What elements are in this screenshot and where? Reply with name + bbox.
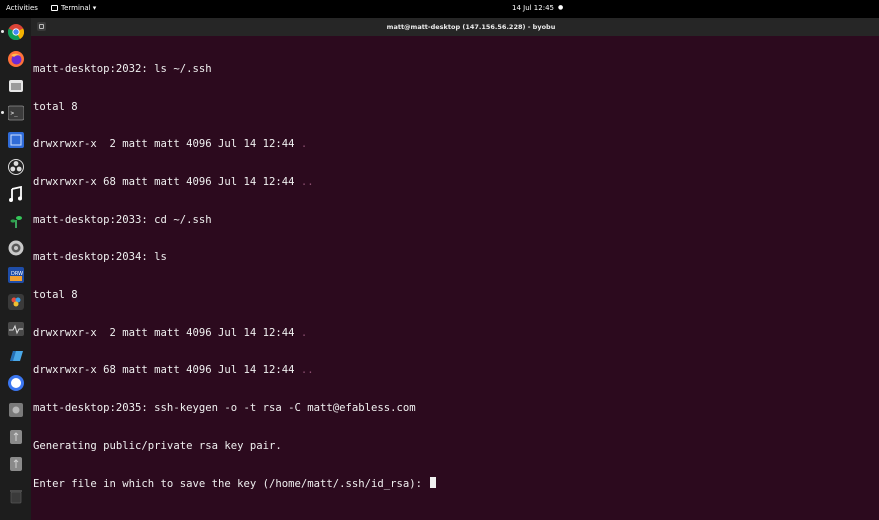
plant-icon[interactable]	[8, 213, 24, 229]
terminal-window: matt@matt-desktop (147.156.56.228) - byo…	[31, 18, 879, 520]
active-indicator	[1, 30, 4, 33]
app-menu-terminal[interactable]: Terminal ▾	[51, 4, 96, 12]
terminal-line: Generating public/private rsa key pair.	[33, 439, 282, 452]
activities-button[interactable]: Activities	[6, 4, 38, 12]
app-menu-label: Terminal ▾	[61, 4, 97, 12]
files-icon[interactable]	[8, 78, 24, 94]
terminal-line: drwxrwxr-x 2 matt matt 4096 Jul 14 12:44…	[33, 326, 308, 339]
terminal-prompt-line[interactable]: Enter file in which to save the key (/ho…	[33, 477, 873, 490]
trash-icon[interactable]	[8, 488, 24, 504]
clock-text: 14 Jul 12:45	[512, 4, 554, 12]
system-monitor-icon[interactable]	[8, 321, 24, 337]
terminal-icon[interactable]: >_	[7, 105, 25, 121]
disk-icon[interactable]	[8, 402, 24, 418]
screenshot-icon[interactable]	[8, 132, 24, 148]
terminal-cursor	[430, 477, 437, 489]
drawio-icon[interactable]: DRW	[8, 267, 24, 283]
firefox-icon[interactable]	[8, 51, 24, 67]
terminal-line: total 8	[33, 288, 78, 301]
terminal-small-icon	[51, 5, 58, 11]
music-icon[interactable]	[8, 185, 24, 202]
top-bar: Activities Terminal ▾ 14 Jul 12:45 ●	[0, 0, 879, 18]
terminal-line: total 8	[33, 100, 78, 113]
kicad-icon[interactable]	[8, 348, 24, 364]
signal-icon[interactable]	[8, 375, 24, 391]
terminal-output[interactable]: matt-desktop:2032: ls ~/.ssh total 8 drw…	[33, 38, 873, 515]
terminal-line: drwxrwxr-x 68 matt matt 4096 Jul 14 12:4…	[33, 364, 314, 377]
terminal-line: matt-desktop:2032: ls ~/.ssh	[33, 63, 212, 76]
terminal-line: drwxrwxr-x 68 matt matt 4096 Jul 14 12:4…	[33, 176, 314, 189]
window-title: matt@matt-desktop (147.156.56.228) - byo…	[386, 23, 556, 31]
obs-icon[interactable]	[8, 159, 24, 175]
davinci-icon[interactable]	[8, 294, 24, 310]
terminal-line: matt-desktop:2034: ls	[33, 251, 167, 264]
active-indicator	[1, 111, 4, 114]
window-titlebar[interactable]: matt@matt-desktop (147.156.56.228) - byo…	[31, 18, 879, 36]
clock[interactable]: 14 Jul 12:45 ●	[512, 4, 563, 12]
svg-text:DRW: DRW	[11, 271, 23, 277]
chrome-icon[interactable]	[7, 24, 25, 41]
terminal-line: matt-desktop:2033: cd ~/.ssh	[33, 213, 212, 226]
settings-icon[interactable]	[8, 240, 24, 256]
recording-indicator-icon: ●	[557, 4, 564, 11]
dock: >_ DRW	[0, 18, 31, 520]
usb-drive-2-icon[interactable]	[8, 456, 24, 472]
svg-text:>_: >_	[11, 110, 19, 117]
window-menu-button[interactable]	[37, 22, 46, 31]
terminal-line: matt-desktop:2035: ssh-keygen -o -t rsa …	[33, 401, 416, 414]
terminal-line: drwxrwxr-x 2 matt matt 4096 Jul 14 12:44…	[33, 138, 308, 151]
usb-drive-icon[interactable]	[8, 429, 24, 445]
